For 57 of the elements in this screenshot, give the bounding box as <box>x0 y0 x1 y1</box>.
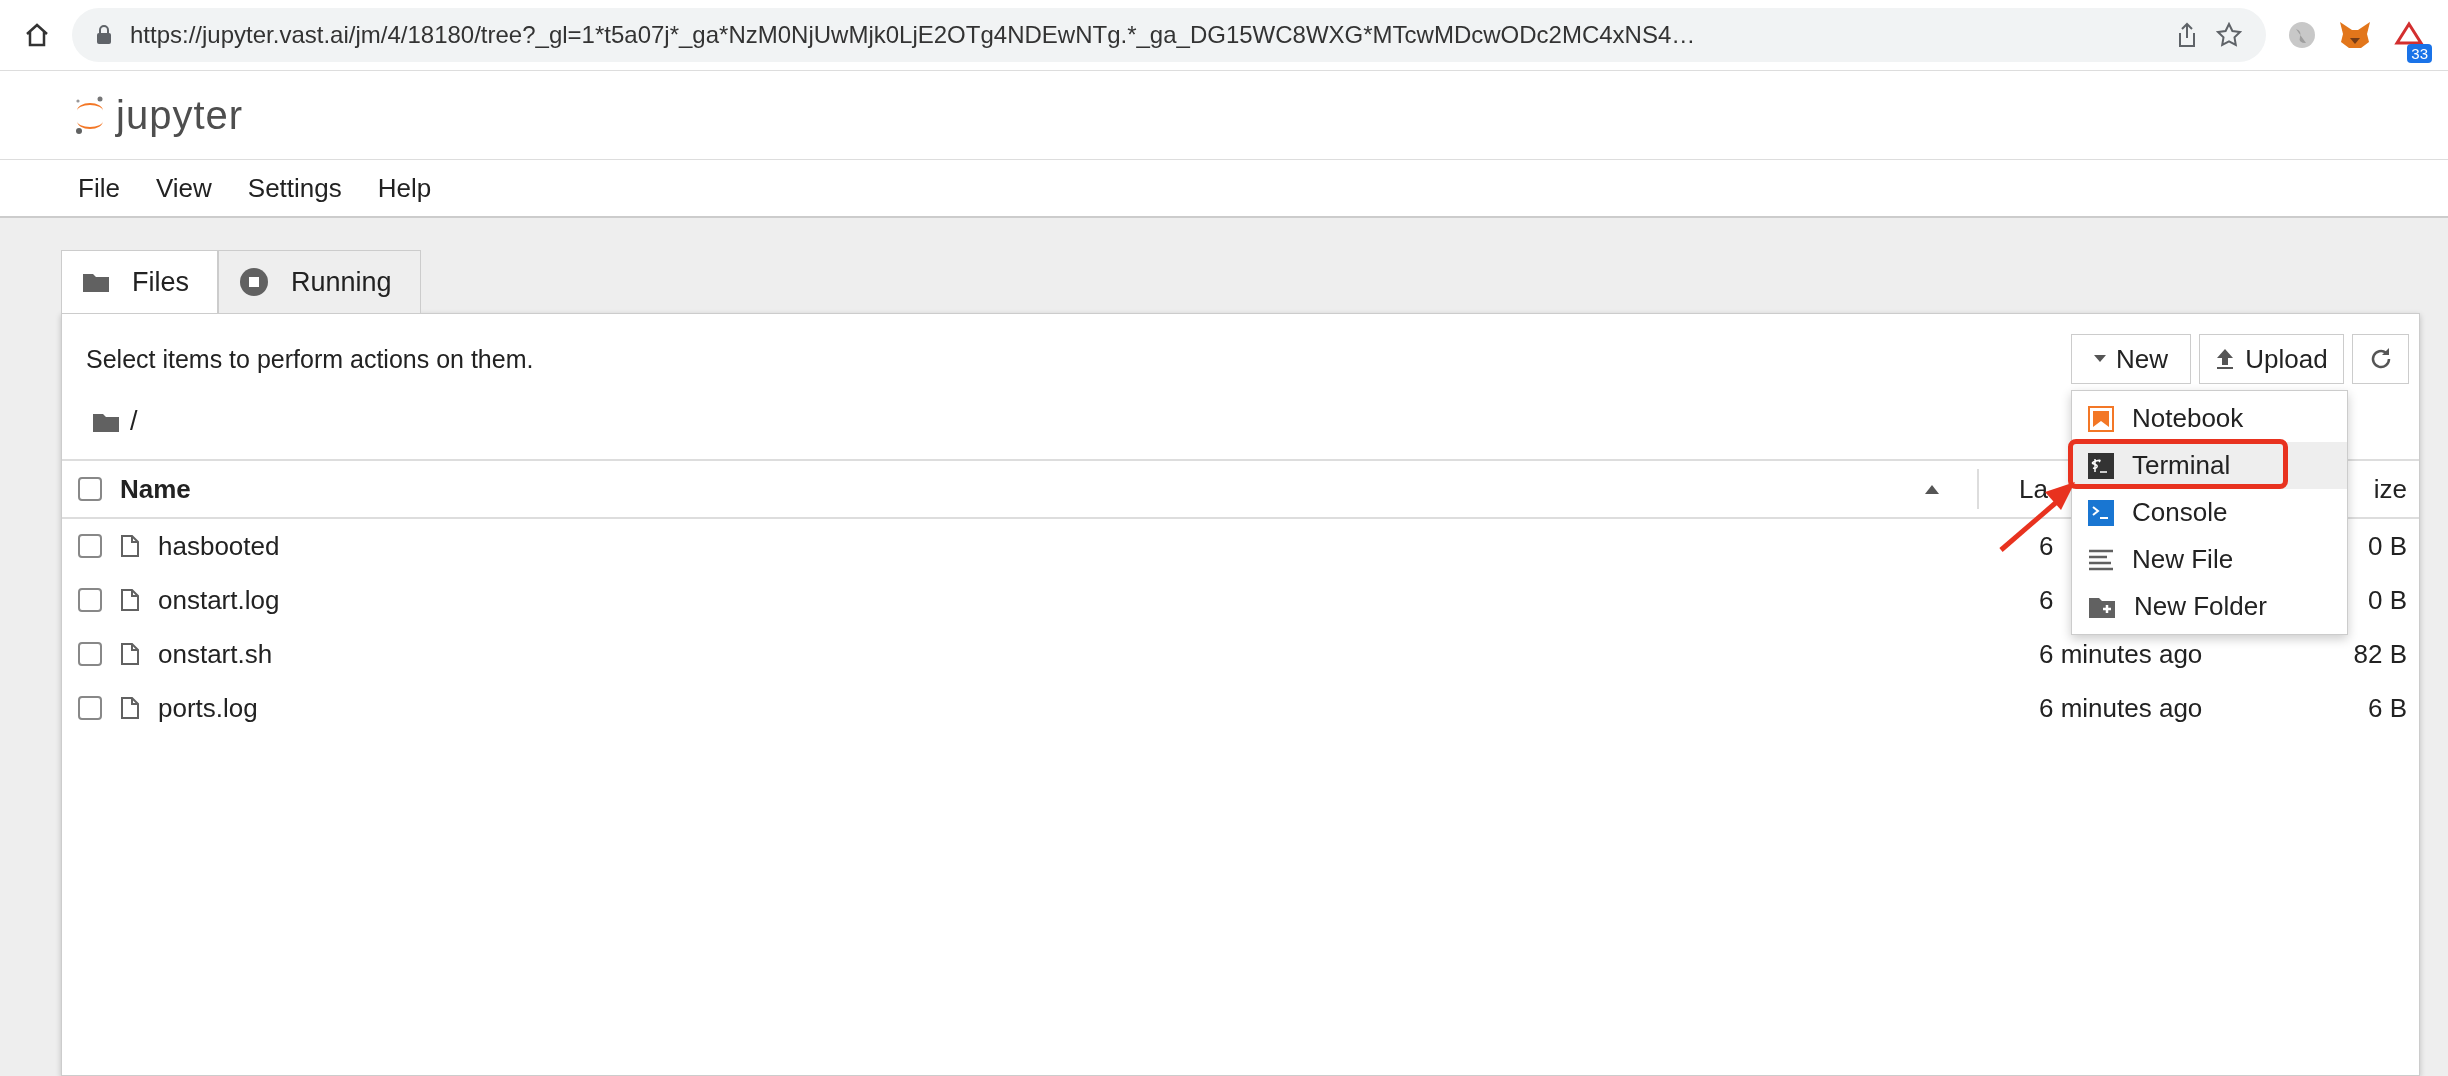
file-size: 0 B <box>2367 530 2408 562</box>
dropdown-item[interactable]: Console <box>2072 489 2347 536</box>
file-name-link[interactable]: ports.log <box>158 692 258 724</box>
file-name-link[interactable]: hasbooted <box>158 530 280 562</box>
row-checkbox[interactable] <box>78 642 102 666</box>
row-checkbox[interactable] <box>78 696 102 720</box>
notification-badge: 33 <box>2407 44 2432 63</box>
stop-icon <box>239 267 269 297</box>
terminal-icon <box>2088 452 2114 479</box>
file-size: 82 B <box>2353 638 2408 670</box>
menu-item[interactable]: File <box>78 172 120 204</box>
file-icon <box>120 642 140 666</box>
menu-item[interactable]: Settings <box>247 172 342 204</box>
folder-icon <box>82 271 110 293</box>
caret-icon <box>2094 355 2106 363</box>
url-text: https://jupyter.vast.ai/jm/4/18180/tree?_gl=1*t5a07j*_ga*NzM0NjUwMjk0LjE2OTg4NDEwNTg.*_ga_DG15WC8WXG*MTcwMDcwODc2MC4xNS4… <box>130 21 1697 49</box>
tab[interactable]: Running <box>218 250 421 313</box>
select-all-checkbox[interactable] <box>78 477 102 501</box>
notebook-icon <box>2088 405 2114 432</box>
tab[interactable]: Files <box>61 250 218 313</box>
file-name-link[interactable]: onstart.log <box>158 584 280 616</box>
sort-up-icon <box>1925 484 1939 494</box>
text-file-icon <box>2088 548 2114 571</box>
breadcrumb-link[interactable]: / <box>130 406 138 437</box>
modified-time: 6 minutes ago <box>2038 638 2203 670</box>
file-size: 6 B <box>2367 692 2408 724</box>
logo-text: jupyter <box>116 92 244 138</box>
fox-icon[interactable] <box>2338 20 2372 50</box>
refresh-button[interactable] <box>2352 334 2409 384</box>
modified-time: 6 <box>2038 584 2054 616</box>
file-icon <box>120 534 140 558</box>
file-size: 0 B <box>2367 584 2408 616</box>
modified-time: 6 minutes ago <box>2038 692 2203 724</box>
instruction-text: Select items to perform actions on them. <box>86 344 534 374</box>
home-icon[interactable] <box>24 22 50 48</box>
console-icon <box>2088 499 2114 526</box>
new-button[interactable]: New <box>2071 334 2191 384</box>
file-icon <box>120 588 140 612</box>
file-name-link[interactable]: onstart.sh <box>158 638 273 670</box>
row-checkbox[interactable] <box>78 534 102 558</box>
upload-icon <box>2215 348 2236 370</box>
menu-item[interactable]: View <box>155 172 212 204</box>
column-header[interactable]: ize <box>2373 473 2419 505</box>
modified-time: 6 <box>2038 530 2054 562</box>
dropdown-item[interactable]: New Folder <box>2072 583 2347 630</box>
address-bar[interactable]: https://jupyter.vast.ai/jm/4/18180/tree?_gl=1*t5a07j*_ga*NzM0NjUwMjk0LjE2OTg4NDEwNTg.*_ga_DG15WC8WXG*MTcwMDcwODc2MC4xNS4… <box>72 8 2266 62</box>
globe-icon[interactable] <box>2288 21 2316 49</box>
dropdown-item[interactable]: New File <box>2072 536 2347 583</box>
file-icon <box>120 696 140 720</box>
upload-button[interactable]: Upload <box>2199 334 2344 384</box>
menu-item[interactable]: Help <box>377 172 432 204</box>
share-icon[interactable] <box>2176 22 2198 48</box>
row-checkbox[interactable] <box>78 588 102 612</box>
dropdown-item[interactable]: Notebook <box>2072 395 2347 442</box>
lock-icon <box>96 25 112 45</box>
star-icon[interactable] <box>2216 22 2242 48</box>
column-header[interactable]: Name <box>120 473 1907 505</box>
